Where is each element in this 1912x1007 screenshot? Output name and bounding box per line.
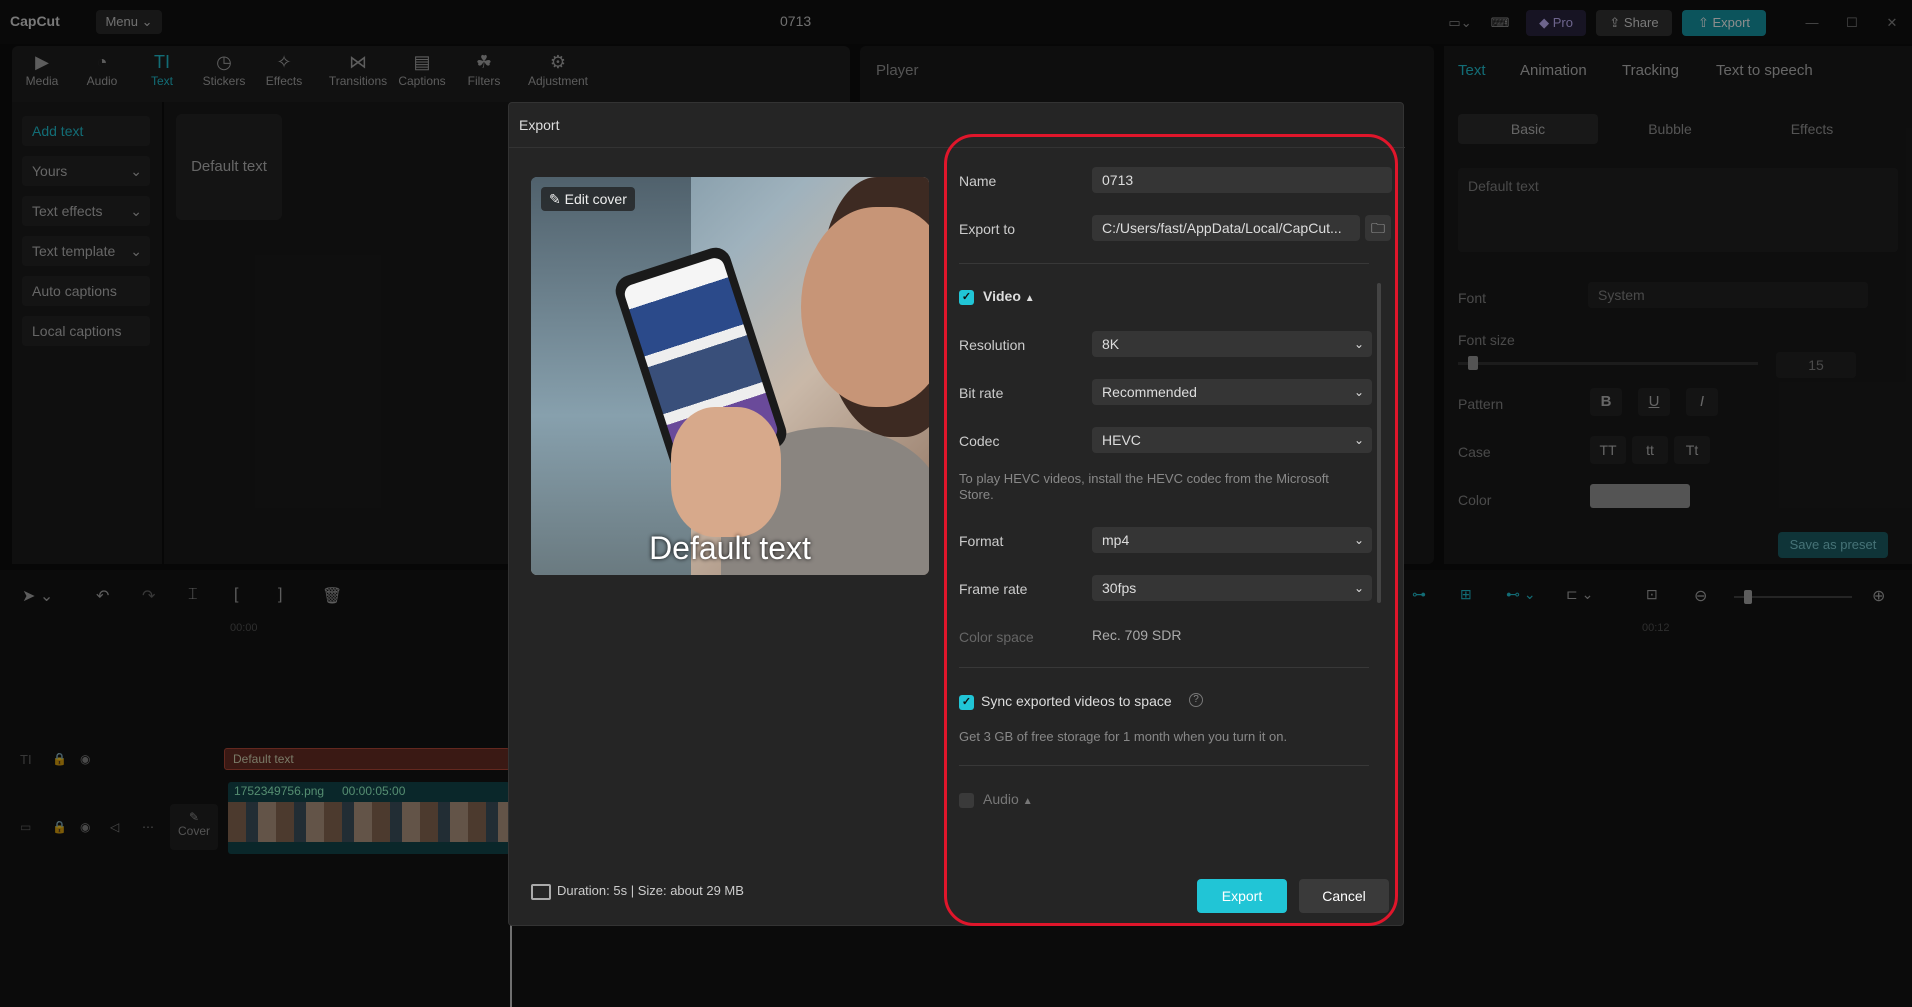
duration-text: Duration: 5s | Size: about 29 MB [557, 883, 744, 898]
name-label: Name [959, 173, 997, 189]
codec-note: To play HEVC videos, install the HEVC co… [959, 471, 1329, 502]
edit-icon: ✎ [549, 191, 565, 207]
export-dialog: Export ✎ Edit cover Default text Duratio… [508, 102, 1405, 926]
video-section-label: Video [983, 288, 1021, 304]
audio-section-toggle[interactable]: Audio ▲ [983, 791, 1033, 807]
divider [959, 667, 1369, 668]
film-icon [531, 883, 551, 900]
edit-cover-label: Edit cover [564, 191, 627, 207]
video-section-toggle[interactable]: Video ▲ [983, 288, 1035, 304]
export-to-label: Export to [959, 221, 1016, 237]
audio-checkbox[interactable]: ✓ [959, 793, 974, 808]
framerate-label: Frame rate [959, 581, 1028, 597]
format-label: Format [959, 533, 1004, 549]
colorspace-value: Rec. 709 SDR [1092, 627, 1182, 643]
cover-overlay-text: Default text [649, 530, 811, 566]
framerate-select[interactable]: 30fps ⌄ [1092, 575, 1372, 601]
scrollbar[interactable] [1377, 283, 1381, 603]
sync-checkbox[interactable]: ✓ [959, 695, 974, 710]
divider [509, 147, 1405, 148]
chevron-down-icon: ⌄ [1353, 533, 1364, 547]
cancel-button[interactable]: Cancel [1299, 879, 1389, 913]
format-value: mp4 [1102, 532, 1130, 548]
video-checkbox[interactable]: ✓ [959, 290, 974, 305]
divider [959, 765, 1369, 766]
codec-select[interactable]: HEVC ⌄ [1092, 427, 1372, 453]
cover-preview[interactable]: ✎ Edit cover Default text [531, 177, 929, 575]
sync-label: Sync exported videos to space [981, 693, 1172, 709]
bitrate-value: Recommended [1102, 384, 1197, 400]
cover-hand [671, 407, 781, 537]
bitrate-select[interactable]: Recommended ⌄ [1092, 379, 1372, 405]
chevron-down-icon: ⌄ [1353, 337, 1364, 351]
export-path-input[interactable]: C:/Users/fast/AppData/Local/CapCut... [1092, 215, 1360, 241]
audio-section-label: Audio [983, 791, 1019, 807]
duration-info: Duration: 5s | Size: about 29 MB [531, 883, 744, 900]
sync-note: Get 3 GB of free storage for 1 month whe… [959, 729, 1288, 744]
resolution-label: Resolution [959, 337, 1026, 353]
info-icon[interactable]: ? [1189, 693, 1203, 707]
folder-icon[interactable]: 🗀 [1365, 215, 1391, 241]
cover-face [801, 207, 929, 407]
resolution-value: 8K [1102, 336, 1120, 352]
dialog-title: Export [519, 117, 560, 133]
export-button[interactable]: Export [1197, 879, 1287, 913]
chevron-down-icon: ⌄ [1353, 433, 1364, 447]
chevron-up-icon: ▲ [1022, 796, 1033, 807]
chevron-up-icon: ▲ [1024, 293, 1035, 304]
name-input[interactable]: 0713 [1092, 167, 1392, 193]
chevron-down-icon: ⌄ [1353, 385, 1364, 399]
divider [959, 263, 1369, 264]
format-select[interactable]: mp4 ⌄ [1092, 527, 1372, 553]
edit-cover-button[interactable]: ✎ Edit cover [541, 187, 635, 211]
bitrate-label: Bit rate [959, 385, 1004, 401]
resolution-select[interactable]: 8K ⌄ [1092, 331, 1372, 357]
codec-value: HEVC [1102, 432, 1141, 448]
colorspace-label: Color space [959, 629, 1034, 645]
codec-label: Codec [959, 433, 1000, 449]
chevron-down-icon: ⌄ [1353, 581, 1364, 595]
framerate-value: 30fps [1102, 580, 1137, 596]
